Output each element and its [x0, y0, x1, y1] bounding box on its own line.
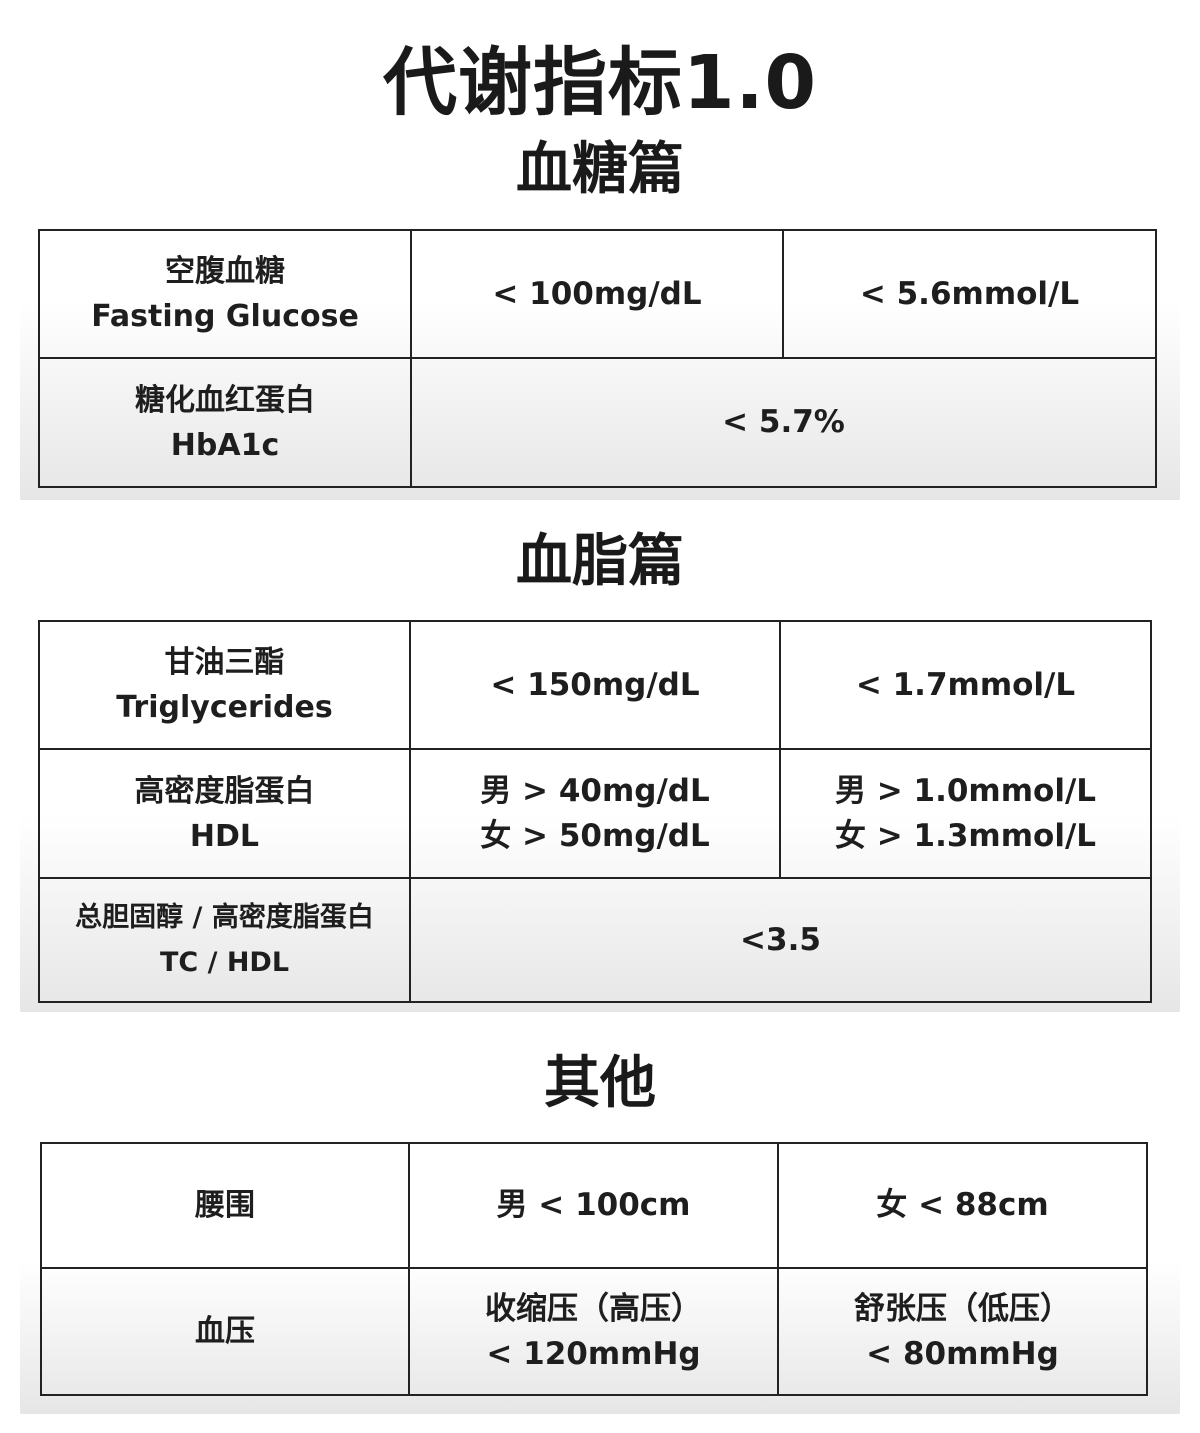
- section-heading-blood-lipids: 血脂篇: [516, 529, 684, 594]
- value-male: 男 > 1.0mmol/L: [834, 772, 1097, 809]
- metric-name-en: HbA1c: [170, 427, 280, 463]
- value-cell-mmol: < 1.7mmol/L: [779, 620, 1152, 750]
- section-heading-blood-sugar: 血糖篇: [516, 137, 684, 202]
- table-row: 甘油三酯 Triglycerides < 150mg/dL < 1.7mmol/…: [38, 620, 1152, 750]
- value-female: 女 > 1.3mmol/L: [834, 817, 1097, 854]
- metric-name-en: Triglycerides: [116, 690, 333, 725]
- table-row: 糖化血红蛋白 HbA1c < 5.7%: [38, 357, 1157, 488]
- table-row: 血压 收缩压（高压） < 120mmHg 舒张压（低压） < 80mmHg: [40, 1267, 1148, 1396]
- other-table: 腰围 男 < 100cm 女 < 88cm 血压 收缩压（高压） < 120mm…: [40, 1142, 1148, 1396]
- metric-label-cell: 腰围: [40, 1142, 410, 1269]
- systolic-value: < 120mmHg: [486, 1335, 701, 1372]
- diastolic-value: < 80mmHg: [866, 1335, 1059, 1372]
- value-female: 女 > 50mg/dL: [480, 817, 710, 854]
- metric-label-cell: 总胆固醇 / 高密度脂蛋白 TC / HDL: [38, 877, 411, 1003]
- value-male: 男 > 40mg/dL: [480, 772, 710, 809]
- metric-label-cell: 糖化血红蛋白 HbA1c: [38, 357, 412, 488]
- value-cell-merged: <3.5: [409, 877, 1152, 1003]
- value-cell-diastolic: 舒张压（低压） < 80mmHg: [777, 1267, 1148, 1396]
- metric-label-cell: 甘油三酯 Triglycerides: [38, 620, 411, 750]
- metric-name-en: TC / HDL: [159, 947, 290, 978]
- metric-name-zh: 高密度脂蛋白: [134, 773, 315, 809]
- metric-name-zh: 甘油三酯: [164, 645, 285, 680]
- metric-name-en: Fasting Glucose: [91, 299, 359, 334]
- value-cell-mg: < 100mg/dL: [410, 229, 784, 359]
- blood-sugar-table: 空腹血糖 Fasting Glucose < 100mg/dL < 5.6mmo…: [38, 229, 1157, 488]
- value-cell-systolic: 收缩压（高压） < 120mmHg: [408, 1267, 779, 1396]
- metric-name-zh: 总胆固醇 / 高密度脂蛋白: [75, 902, 374, 933]
- metric-name-zh: 糖化血红蛋白: [135, 382, 315, 418]
- value-cell-mmol: 男 > 1.0mmol/L 女 > 1.3mmol/L: [779, 748, 1152, 879]
- table-row: 空腹血糖 Fasting Glucose < 100mg/dL < 5.6mmo…: [38, 229, 1157, 359]
- metric-label-cell: 血压: [40, 1267, 410, 1396]
- value-cell-mg: 男 > 40mg/dL 女 > 50mg/dL: [409, 748, 781, 879]
- value-cell-female: 女 < 88cm: [777, 1142, 1148, 1269]
- metric-label-cell: 空腹血糖 Fasting Glucose: [38, 229, 412, 359]
- value-cell-mg: < 150mg/dL: [409, 620, 781, 750]
- diastolic-label: 舒张压（低压）: [854, 1290, 1071, 1327]
- page-title: 代谢指标1.0: [382, 40, 818, 126]
- value-cell-mmol: < 5.6mmol/L: [782, 229, 1157, 359]
- table-row: 总胆固醇 / 高密度脂蛋白 TC / HDL <3.5: [38, 877, 1152, 1003]
- metric-name-en: HDL: [189, 818, 260, 854]
- section-heading-other: 其他: [544, 1051, 656, 1116]
- systolic-label: 收缩压（高压）: [485, 1290, 702, 1327]
- table-row: 腰围 男 < 100cm 女 < 88cm: [40, 1142, 1148, 1269]
- metric-name-zh: 空腹血糖: [165, 254, 285, 289]
- table-row: 高密度脂蛋白 HDL 男 > 40mg/dL 女 > 50mg/dL 男 > 1…: [38, 748, 1152, 879]
- value-cell-merged: < 5.7%: [410, 357, 1157, 488]
- metric-label-cell: 高密度脂蛋白 HDL: [38, 748, 411, 879]
- blood-lipids-table: 甘油三酯 Triglycerides < 150mg/dL < 1.7mmol/…: [38, 620, 1152, 1003]
- value-cell-male: 男 < 100cm: [408, 1142, 779, 1269]
